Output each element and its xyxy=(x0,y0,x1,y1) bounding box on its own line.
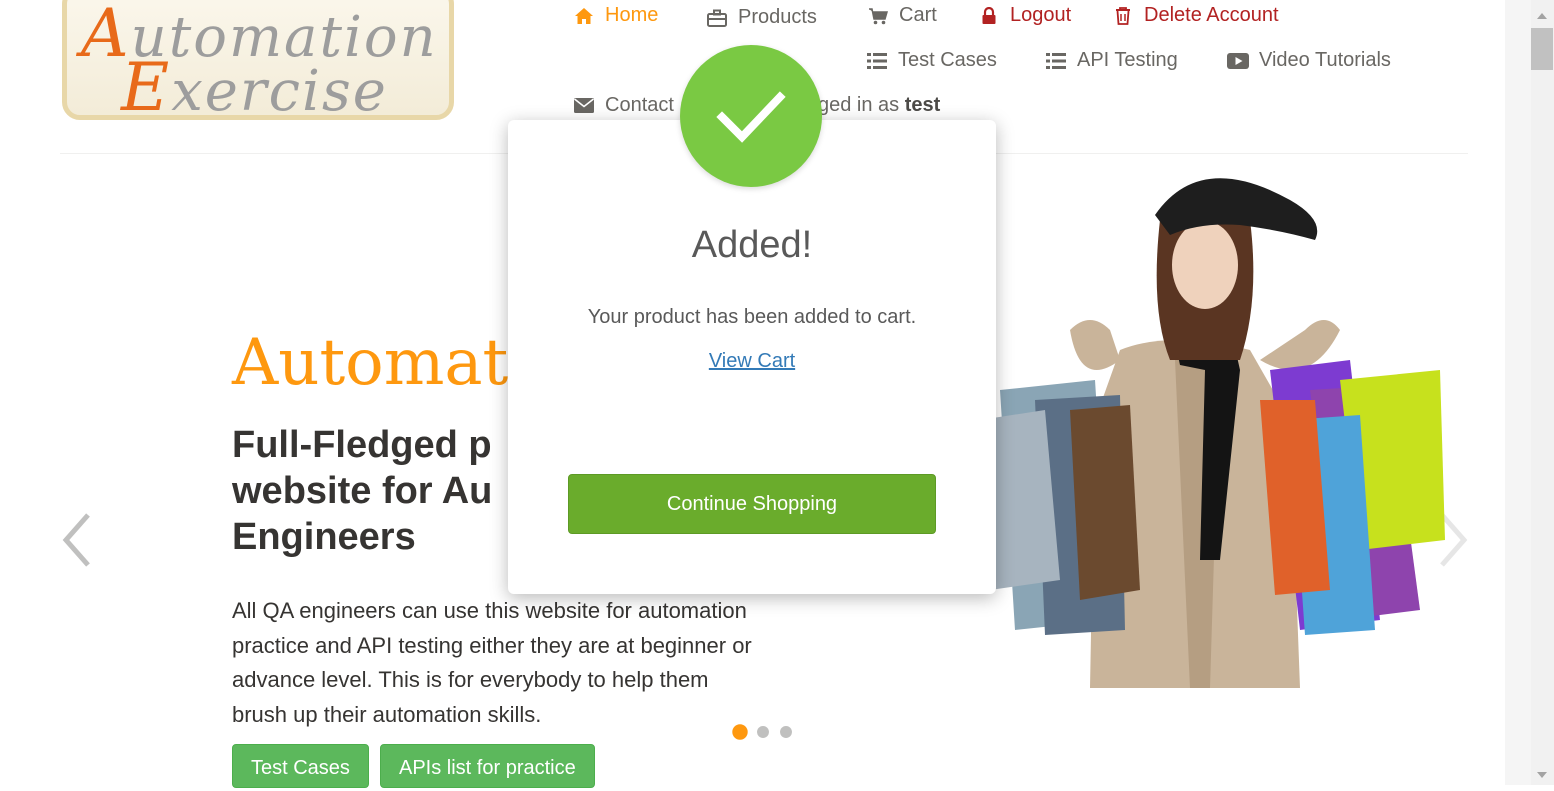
shopping-cart-icon xyxy=(867,6,889,26)
nav-test-cases-label: Test Cases xyxy=(898,49,997,71)
nav-cart[interactable]: Cart xyxy=(867,4,937,27)
hero-apis-list-button[interactable]: APIs list for practice xyxy=(380,744,595,788)
logged-in-username: test xyxy=(904,94,941,116)
page-edge xyxy=(1505,0,1531,785)
added-to-cart-modal: Added! Your product has been added to ca… xyxy=(508,120,996,594)
carousel-indicators xyxy=(732,724,793,740)
logo-line-2: Exercise xyxy=(121,49,388,126)
hero-description: All QA engineers can use this website fo… xyxy=(232,594,812,732)
success-check-icon xyxy=(680,45,822,187)
modal-title: Added! xyxy=(691,224,813,266)
trash-icon xyxy=(1112,6,1134,26)
nav-products-label: Products xyxy=(738,6,817,28)
hero-description-line: advance level. This is for everybody to … xyxy=(232,667,709,692)
modal-message: Your product has been added to cart. xyxy=(587,306,917,328)
nav-home-label: Home xyxy=(605,4,659,26)
scroll-down-arrow-icon[interactable] xyxy=(1536,767,1548,778)
vertical-scrollbar[interactable] xyxy=(1531,0,1554,785)
site-logo[interactable]: Automation Exercise xyxy=(62,0,454,126)
lock-icon xyxy=(978,6,1000,26)
hero-description-line: All QA engineers can use this website fo… xyxy=(232,598,747,623)
nav-products[interactable]: Products xyxy=(706,6,817,29)
nav-api-testing-label: API Testing xyxy=(1077,49,1178,71)
nav-home[interactable]: Home xyxy=(573,4,658,27)
carousel-dot[interactable] xyxy=(780,726,792,738)
list-icon xyxy=(1045,51,1067,71)
nav-logout[interactable]: Logout xyxy=(978,4,1071,27)
continue-shopping-button[interactable]: Continue Shopping xyxy=(568,474,936,534)
logged-in-prefix: ged in as xyxy=(818,94,900,116)
logged-in-status: ged in as test xyxy=(818,94,940,117)
home-icon xyxy=(573,6,595,26)
chevron-left-icon xyxy=(62,513,90,567)
hero-image xyxy=(920,160,1450,690)
carousel-dot[interactable] xyxy=(757,726,769,738)
modal-link-wrap: View Cart xyxy=(508,350,996,373)
nav-delete-account-label: Delete Account xyxy=(1144,4,1279,26)
nav-delete-account[interactable]: Delete Account xyxy=(1112,4,1279,27)
nav-api-testing[interactable]: API Testing xyxy=(1045,49,1178,72)
list-icon xyxy=(866,51,888,71)
hero-test-cases-button[interactable]: Test Cases xyxy=(232,744,369,788)
nav-video-tutorials-label: Video Tutorials xyxy=(1259,49,1391,71)
hero-description-line: brush up their automation skills. xyxy=(232,701,542,727)
nav-test-cases[interactable]: Test Cases xyxy=(866,49,997,72)
scroll-up-arrow-icon[interactable] xyxy=(1536,8,1548,19)
envelope-icon xyxy=(573,96,595,116)
nav-contact-label: Contact xyxy=(605,94,674,116)
nav-video-tutorials[interactable]: Video Tutorials xyxy=(1227,49,1391,72)
nav-logout-label: Logout xyxy=(1010,4,1072,26)
youtube-play-icon xyxy=(1227,51,1249,71)
briefcase-icon xyxy=(706,8,728,28)
nav-contact[interactable]: Contact xyxy=(573,94,674,117)
carousel-prev-button[interactable] xyxy=(60,510,94,570)
view-cart-link[interactable]: View Cart xyxy=(709,350,795,372)
nav-cart-label: Cart xyxy=(899,4,937,26)
hero-description-line: practice and API testing either they are… xyxy=(232,632,752,658)
carousel-dot-active[interactable] xyxy=(732,724,748,740)
scrollbar-thumb[interactable] xyxy=(1531,28,1553,70)
